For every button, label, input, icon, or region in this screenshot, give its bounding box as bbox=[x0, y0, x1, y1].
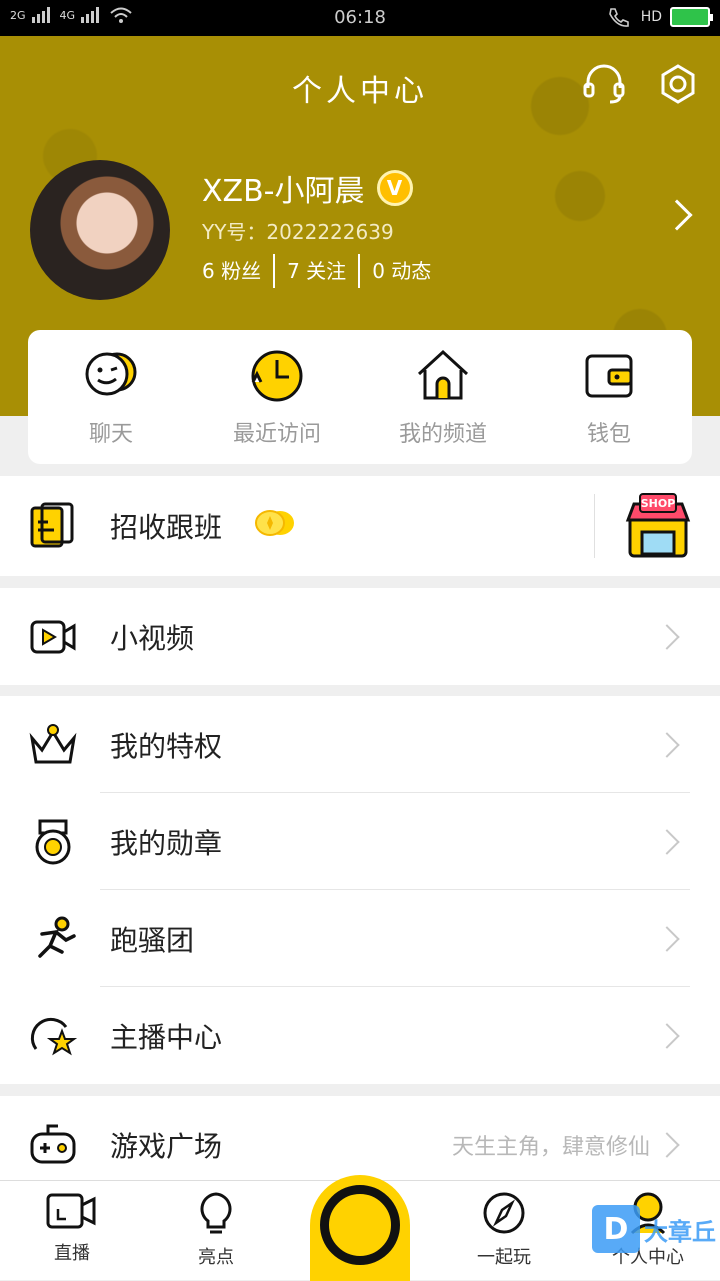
posts-count[interactable]: 0 动态 bbox=[358, 254, 443, 288]
chevron-right-icon bbox=[654, 731, 680, 758]
watermark-logo-icon: D bbox=[592, 1205, 640, 1253]
status-right: HD bbox=[607, 6, 713, 28]
follows-count[interactable]: 7 关注 bbox=[273, 254, 358, 288]
quick-recent-label: 最近访问 bbox=[232, 422, 321, 447]
promo-label: 招收跟班 bbox=[110, 511, 223, 544]
tab-highlights-label: 亮点 bbox=[198, 1247, 234, 1268]
promo-row[interactable]: 招收跟班 SHOP bbox=[0, 476, 720, 576]
wallet-icon bbox=[585, 354, 633, 398]
running-person-icon bbox=[38, 916, 76, 958]
bottom-tab-bar: 直播 亮点 一起玩 个人中心 D 大章丘 bbox=[0, 1175, 720, 1281]
menu-item-privileges[interactable]: 我的特权 bbox=[0, 696, 720, 793]
tab-live[interactable]: 直播 bbox=[22, 1191, 122, 1265]
chevron-right-icon bbox=[654, 1022, 680, 1049]
profile-chevron-icon[interactable] bbox=[661, 199, 693, 231]
watermark-logo: D 大章丘 bbox=[592, 1205, 716, 1253]
main-menu-section: 我的特权 我的勋章 跑骚团 主播中心 bbox=[0, 696, 720, 1084]
coin-icon bbox=[255, 510, 294, 536]
shop-icon[interactable]: SHOP bbox=[624, 492, 692, 560]
tab-live-label: 直播 bbox=[54, 1243, 90, 1264]
avatar[interactable] bbox=[30, 160, 170, 300]
promo-section: 招收跟班 SHOP bbox=[0, 476, 720, 576]
crown-icon bbox=[29, 724, 77, 764]
game-slogan: 天生主角，肆意修仙 bbox=[451, 1134, 650, 1160]
compass-icon bbox=[483, 1192, 525, 1234]
center-ring-icon bbox=[320, 1185, 400, 1265]
tab-play-label: 一起玩 bbox=[477, 1247, 531, 1268]
hd-label: HD bbox=[640, 9, 662, 25]
menu-label: 我的特权 bbox=[110, 729, 223, 763]
video-camera-icon bbox=[30, 620, 76, 654]
shop-text: SHOP bbox=[641, 497, 676, 510]
menu-label: 跑骚团 bbox=[110, 923, 195, 957]
menu-item-medals[interactable]: 我的勋章 bbox=[0, 793, 720, 890]
phone-hd-icon bbox=[608, 8, 629, 27]
star-badge-icon bbox=[30, 1017, 78, 1056]
username-row[interactable]: XZB-小阿晨 V bbox=[202, 166, 413, 210]
menu-item-anchor-center[interactable]: 主播中心 bbox=[0, 987, 720, 1084]
quick-chat-label: 聊天 bbox=[88, 422, 133, 447]
chevron-right-icon bbox=[654, 828, 680, 855]
video-camera-icon bbox=[46, 1193, 96, 1229]
promo-divider bbox=[594, 494, 595, 558]
menu-item-small-video[interactable]: 小视频 bbox=[0, 588, 720, 685]
medal-icon bbox=[35, 819, 71, 865]
chat-bubble-icon bbox=[85, 352, 137, 396]
clipboard-icon bbox=[30, 502, 74, 548]
quick-channel[interactable]: 我的频道 bbox=[368, 346, 518, 448]
menu-label: 小视频 bbox=[110, 621, 195, 655]
battery-icon bbox=[670, 7, 713, 27]
menu-label: 主播中心 bbox=[110, 1020, 223, 1054]
chevron-right-icon bbox=[654, 623, 680, 650]
clock-icon bbox=[251, 350, 303, 402]
watermark-text: 大章丘 bbox=[644, 1217, 716, 1246]
quick-actions-card: 聊天 最近访问 我的频道 钱包 bbox=[28, 330, 692, 464]
status-bar: 2G 4G 06:18 HD bbox=[0, 0, 720, 36]
profile-stats: 6 粉丝 7 关注 0 动态 bbox=[202, 254, 443, 288]
video-section: 小视频 bbox=[0, 588, 720, 685]
quick-wallet[interactable]: 钱包 bbox=[534, 346, 684, 448]
quick-chat[interactable]: 聊天 bbox=[36, 346, 186, 448]
menu-item-run-group[interactable]: 跑骚团 bbox=[0, 890, 720, 987]
gamepad-icon bbox=[30, 1124, 76, 1164]
username: XZB-小阿晨 bbox=[202, 174, 365, 209]
chevron-right-icon bbox=[654, 1131, 680, 1158]
center-action-button[interactable] bbox=[310, 1175, 410, 1281]
menu-label: 游戏广场 bbox=[110, 1129, 223, 1163]
menu-label: 我的勋章 bbox=[110, 826, 223, 860]
lightbulb-icon bbox=[200, 1192, 232, 1234]
fans-count[interactable]: 6 粉丝 bbox=[202, 254, 273, 288]
tab-play-together[interactable]: 一起玩 bbox=[454, 1191, 554, 1269]
quick-recent[interactable]: 最近访问 bbox=[202, 346, 352, 448]
tab-highlights[interactable]: 亮点 bbox=[166, 1191, 266, 1269]
quick-wallet-label: 钱包 bbox=[586, 422, 631, 447]
chevron-right-icon bbox=[654, 925, 680, 952]
verified-badge-icon: V bbox=[376, 170, 413, 206]
headset-icon[interactable] bbox=[582, 62, 626, 106]
game-section: 游戏广场 天生主角，肆意修仙 bbox=[0, 1096, 720, 1180]
yy-id: YY号：2022222639 bbox=[202, 220, 394, 244]
quick-channel-label: 我的频道 bbox=[398, 422, 487, 447]
home-icon bbox=[417, 349, 469, 400]
settings-gear-icon[interactable] bbox=[656, 62, 700, 106]
